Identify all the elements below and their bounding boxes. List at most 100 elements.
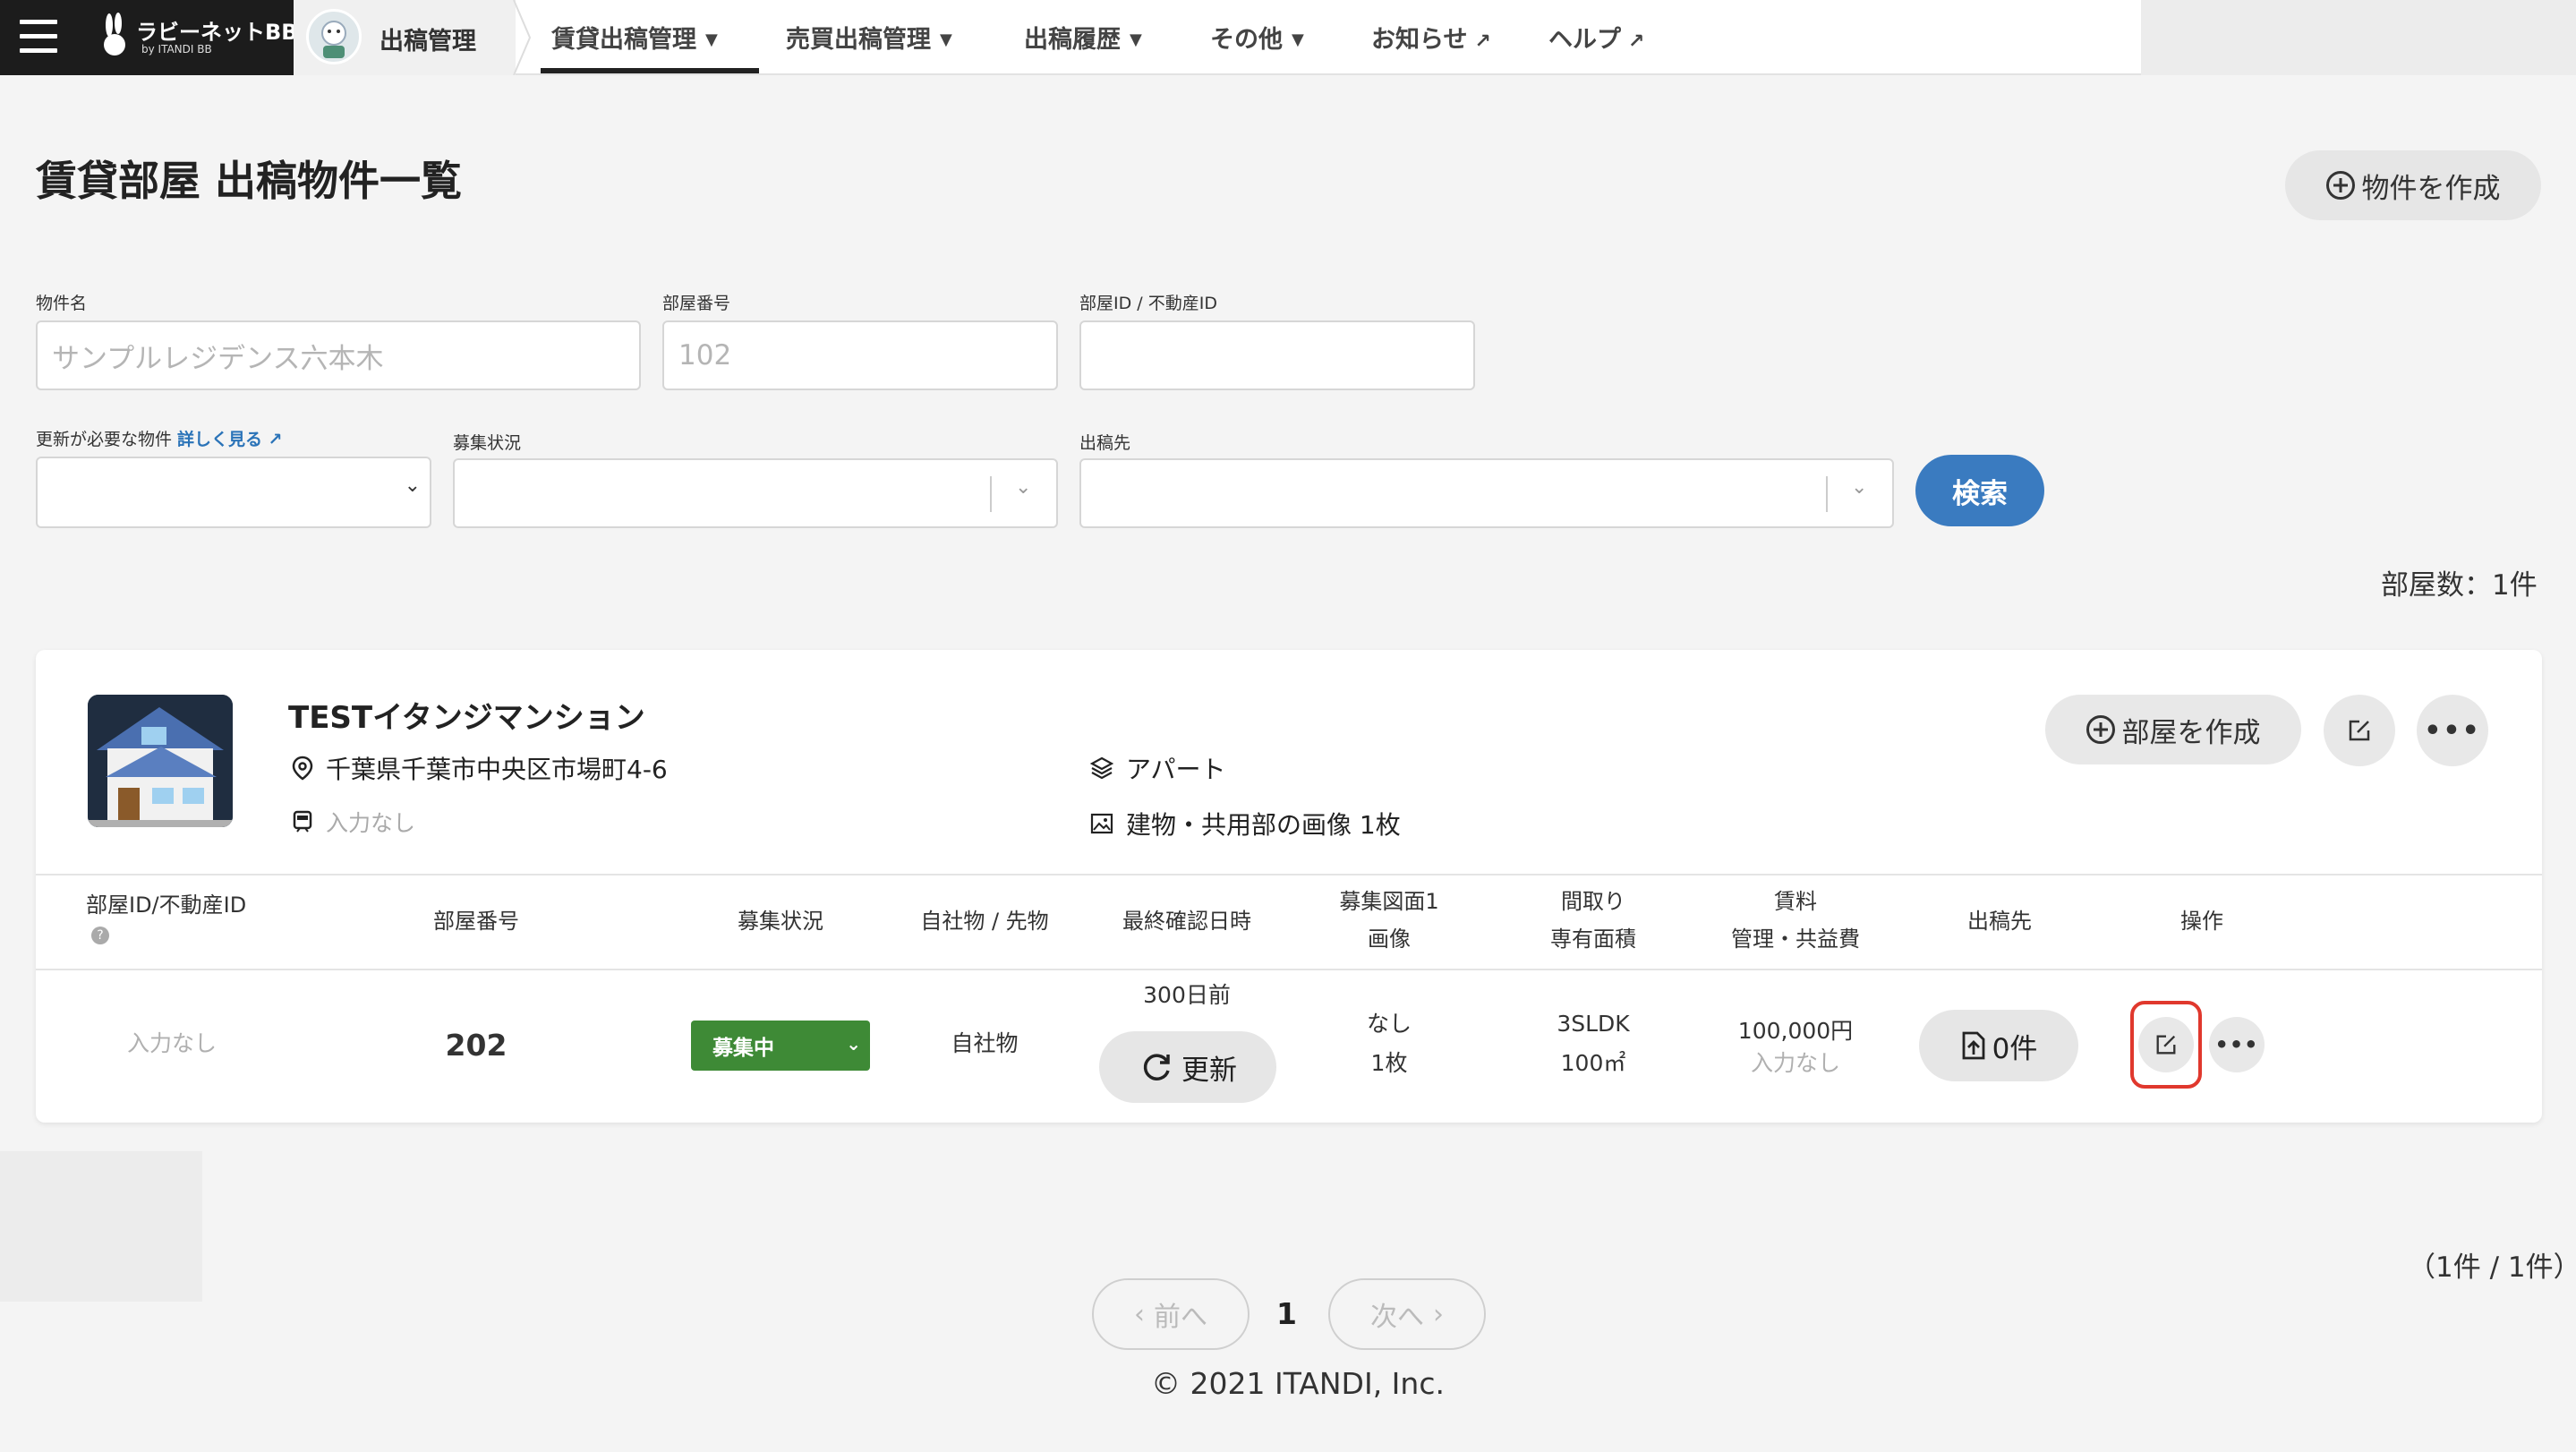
property-name-input[interactable]: サンプルレジデンス六本木	[36, 320, 641, 390]
destination-label: 出稿先	[1079, 433, 1131, 453]
plus-circle-icon	[2325, 171, 2355, 200]
chevron-down-icon: ⌄	[846, 1033, 861, 1055]
external-link-icon: ↗	[1628, 30, 1645, 53]
nav-other[interactable]: その他 ▼	[1210, 20, 1304, 55]
chevron-left-icon: ‹	[1134, 1298, 1145, 1330]
destination-select[interactable]: ⌄	[1079, 458, 1894, 528]
nav-home[interactable]: 出稿管理	[294, 0, 516, 75]
nav-rental-post-label: 賃貸出稿管理	[551, 26, 696, 54]
needs-update-label: 更新が必要な物件 詳しく見る ↗	[36, 426, 283, 450]
nav-rental-post[interactable]: 賃貸出稿管理 ▼	[551, 20, 718, 55]
chevron-down-icon: ⌄	[1851, 476, 1868, 499]
mascot-avatar	[306, 9, 362, 64]
th-status: 募集状況	[738, 909, 823, 934]
hamburger-menu-icon[interactable]	[20, 20, 59, 56]
property-thumbnail[interactable]	[88, 695, 233, 827]
help-icon[interactable]: ?	[91, 927, 109, 944]
pagination-info: （1件 / 1件）	[2408, 1251, 2576, 1284]
property-address: 千葉県千葉市中央区市場町4-6	[292, 750, 668, 786]
room-number-label: 部屋番号	[662, 294, 731, 313]
chevron-down-icon: ▼	[1130, 30, 1142, 49]
nav-post-history-label: 出稿履歴	[1024, 26, 1121, 54]
th-room-no: 部屋番号	[433, 909, 519, 934]
nav-active-indicator	[541, 68, 759, 73]
cell-room-no[interactable]: 202	[387, 1026, 566, 1065]
th-floorplan: 募集図面1 画像	[1300, 883, 1479, 958]
th-layout-line2: 専有面積	[1550, 927, 1636, 952]
nav-post-history[interactable]: 出稿履歴 ▼	[1024, 20, 1142, 55]
status-select[interactable]: 募集中 ⌄	[691, 1021, 870, 1071]
nav-news[interactable]: お知らせ ↗	[1371, 20, 1491, 55]
edit-icon	[2349, 720, 2370, 741]
chevron-down-icon: ▼	[705, 30, 718, 49]
create-room-button[interactable]: 部屋を作成	[2045, 695, 2301, 764]
room-number-input[interactable]: 102	[662, 320, 1058, 390]
th-last-confirm: 最終確認日時	[1122, 909, 1251, 934]
property-station-text: 入力なし	[326, 810, 416, 836]
status-select-value: 募集中	[712, 1037, 774, 1060]
select-divider	[1826, 476, 1828, 512]
destination-count: 0件	[1992, 1032, 2038, 1065]
next-page-button[interactable]: 次へ ›	[1328, 1278, 1486, 1350]
image-icon	[1090, 813, 1113, 834]
destination-button[interactable]: 0件	[1919, 1010, 2078, 1081]
th-floorplan-line2: 画像	[1368, 927, 1411, 952]
file-upload-icon	[1962, 1031, 1985, 1060]
th-layout-line1: 間取り	[1561, 889, 1625, 914]
chevron-down-icon: ⌄	[1015, 476, 1032, 499]
refresh-button[interactable]: 更新	[1099, 1031, 1276, 1103]
current-page[interactable]: 1	[1276, 1296, 1297, 1331]
details-link[interactable]: 詳しく見る ↗	[177, 430, 283, 449]
breadcrumb-separator	[510, 0, 533, 76]
cell-images[interactable]: 1枚	[1300, 1044, 1479, 1083]
brand-sub: by ITANDI BB	[141, 43, 212, 56]
more-horizontal-icon: •••	[2424, 714, 2481, 747]
create-property-button[interactable]: 物件を作成	[2285, 150, 2541, 220]
property-address-text: 千葉県千葉市中央区市場町4-6	[326, 755, 668, 784]
recruit-status-label: 募集状況	[453, 433, 522, 453]
th-own: 自社物 / 先物	[920, 909, 1049, 934]
brand-name[interactable]: ラビーネットBB	[136, 14, 298, 46]
location-pin-icon	[292, 756, 313, 781]
create-room-label: 部屋を作成	[2121, 716, 2261, 749]
building-images[interactable]: 建物・共用部の画像 1枚	[1090, 806, 1401, 841]
chevron-down-icon: ▼	[1292, 30, 1304, 49]
edit-property-button[interactable]	[2324, 695, 2395, 766]
room-id-input[interactable]	[1079, 320, 1475, 390]
search-button[interactable]: 検索	[1915, 455, 2044, 526]
refresh-label: 更新	[1181, 1054, 1237, 1087]
cell-last-confirm: 300日前	[1143, 982, 1231, 1008]
nav-sale-post[interactable]: 売買出稿管理 ▼	[786, 20, 952, 55]
next-page-label: 次へ	[1370, 1302, 1424, 1333]
room-more-button[interactable]: •••	[2209, 1017, 2265, 1072]
refresh-icon	[1143, 1054, 1170, 1080]
nav-home-label: 出稿管理	[380, 28, 476, 56]
copyright: © 2021 ITANDI, Inc.	[1151, 1366, 1445, 1401]
property-name[interactable]: TESTイタンジマンション	[288, 693, 645, 737]
rabbit-logo-icon	[100, 13, 132, 59]
layers-icon	[1090, 756, 1113, 780]
needs-update-select[interactable]: ⌄	[36, 457, 431, 528]
th-room-id-text: 部屋ID/不動産ID	[86, 893, 247, 918]
th-layout: 間取り 専有面積	[1504, 883, 1683, 958]
property-more-button[interactable]: •••	[2417, 695, 2488, 766]
nav-help[interactable]: ヘルプ ↗	[1548, 20, 1644, 55]
chevron-down-icon: ▼	[940, 30, 952, 49]
building-type-text: アパート	[1126, 755, 1226, 784]
external-link-icon: ↗	[1474, 30, 1491, 53]
nav-other-label: その他	[1210, 26, 1283, 54]
floating-widget[interactable]	[0, 1151, 202, 1302]
cell-layout: 3SLDK	[1557, 1011, 1630, 1037]
th-floorplan-line1: 募集図面1	[1339, 889, 1439, 914]
edit-room-button[interactable]	[2138, 1017, 2194, 1072]
nav-sale-post-label: 売買出稿管理	[786, 26, 931, 54]
th-rent-line2: 管理・共益費	[1731, 927, 1860, 952]
recruit-status-select[interactable]: ⌄	[453, 458, 1058, 528]
building-type: アパート	[1090, 750, 1225, 786]
create-property-label: 物件を作成	[2361, 172, 2501, 205]
prev-page-button[interactable]: ‹ 前へ	[1092, 1278, 1250, 1350]
property-name-label: 物件名	[36, 294, 88, 313]
th-rent-line1: 賃料	[1774, 889, 1817, 914]
building-images-text: 建物・共用部の画像 1枚	[1126, 810, 1401, 840]
cell-fee: 入力なし	[1750, 1050, 1840, 1076]
